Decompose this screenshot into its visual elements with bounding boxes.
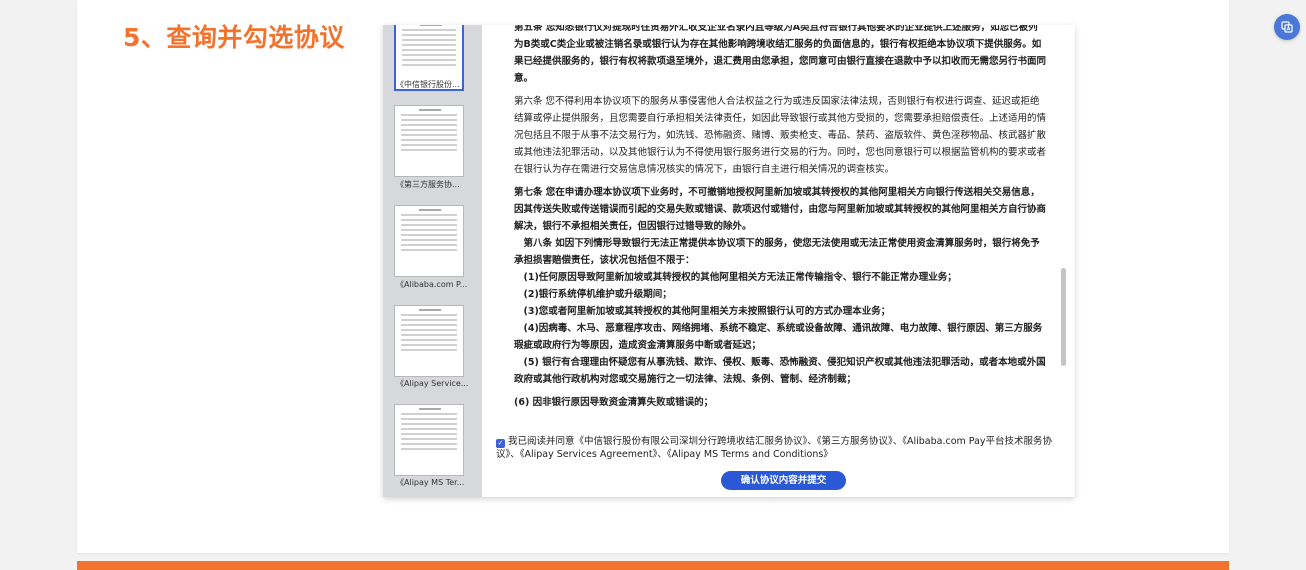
clause-8-item-6: (6) 因非银行原因导致资金清算失败或错误的； [514, 397, 714, 408]
clause-8-item-1: (1)任何原因导致阿里新加坡或其转授权的其他阿里相关方无法正常传输指令、银行不能… [514, 272, 957, 283]
thumbnail-caption: 《Alipay Service... [396, 379, 469, 388]
thumbnail-4[interactable] [394, 305, 464, 377]
thumbnail-caption: 《第三方服务协... [396, 180, 460, 189]
clause-5: 第五条 您知悉银行仅对提现时往贸易外汇收支企业名录内且等级为A类且符合银行其他要… [514, 25, 1046, 84]
thumbnail-caption: 《Alipay MS Ter... [396, 478, 465, 487]
doc-scrollbar[interactable] [1060, 25, 1068, 431]
thumbnail-3[interactable] [394, 205, 464, 277]
consent-row: ✓ 我已阅读并同意《中信银行股份有限公司深圳分行跨境收结汇服务协议》、《第三方服务… [496, 435, 1066, 461]
thumbnail-caption: 《Alibaba.com P... [396, 280, 468, 289]
clause-6: 第六条 您不得利用本协议项下的服务从事侵害他人合法权益之行为或违反国家法律法规，… [514, 96, 1046, 175]
clause-7: 第七条 您在申请办理本协议项下业务时，不可撤销地授权阿里新加坡或其转授权的其他阿… [514, 187, 1046, 232]
step-title: 5、查询并勾选协议 [123, 23, 345, 52]
scroll-thumb[interactable] [1061, 268, 1066, 366]
clause-8-item-3: (3)您或者阿里新加坡或其转授权的其他阿里相关方未按照银行认可的方式办理本业务； [514, 306, 891, 317]
floating-action-button[interactable] [1274, 14, 1300, 40]
consent-checkbox[interactable]: ✓ [496, 439, 505, 448]
thumbnail-5[interactable] [394, 404, 464, 476]
step-card: 5、查询并勾选协议 《中信银行股份... 《第三方服务协... 《Alibaba… [77, 0, 1229, 553]
thumbnail-sidebar: 《中信银行股份... 《第三方服务协... 《Alibaba.com P... … [383, 25, 482, 497]
clause-8-item-5: (5) 银行有合理理由怀疑您有从事洗钱、欺诈、侵权、贩毒、恐怖融资、侵犯知识产权… [514, 357, 1046, 385]
consent-text: 我已阅读并同意《中信银行股份有限公司深圳分行跨境收结汇服务协议》、《第三方服务协… [496, 436, 1053, 460]
check-icon: ✓ [497, 439, 504, 447]
agreement-text: 第五条 您知悉银行仅对提现时往贸易外汇收支企业名录内且等级为A类且符合银行其他要… [514, 25, 1046, 431]
thumbnail-caption: 《中信银行股份... [396, 80, 460, 89]
clause-8: 第八条 如因下列情形导致银行无法正常提供本协议项下的服务，使您无法使用或无法正常… [514, 238, 1040, 266]
clause-8-item-4: (4)因病毒、木马、恶意程序攻击、网络拥堵、系统不稳定、系统或设备故障、通讯故障… [514, 323, 1043, 351]
clause-8-item-2: (2)银行系统停机维护或升级期间； [514, 289, 672, 300]
translate-icon [1281, 21, 1293, 33]
agreement-screenshot: 《中信银行股份... 《第三方服务协... 《Alibaba.com P... … [383, 25, 1075, 497]
thumbnail-2[interactable] [394, 105, 464, 177]
confirm-submit-button[interactable]: 确认协议内容并提交 [721, 471, 846, 490]
footer-accent-bar [77, 561, 1229, 570]
